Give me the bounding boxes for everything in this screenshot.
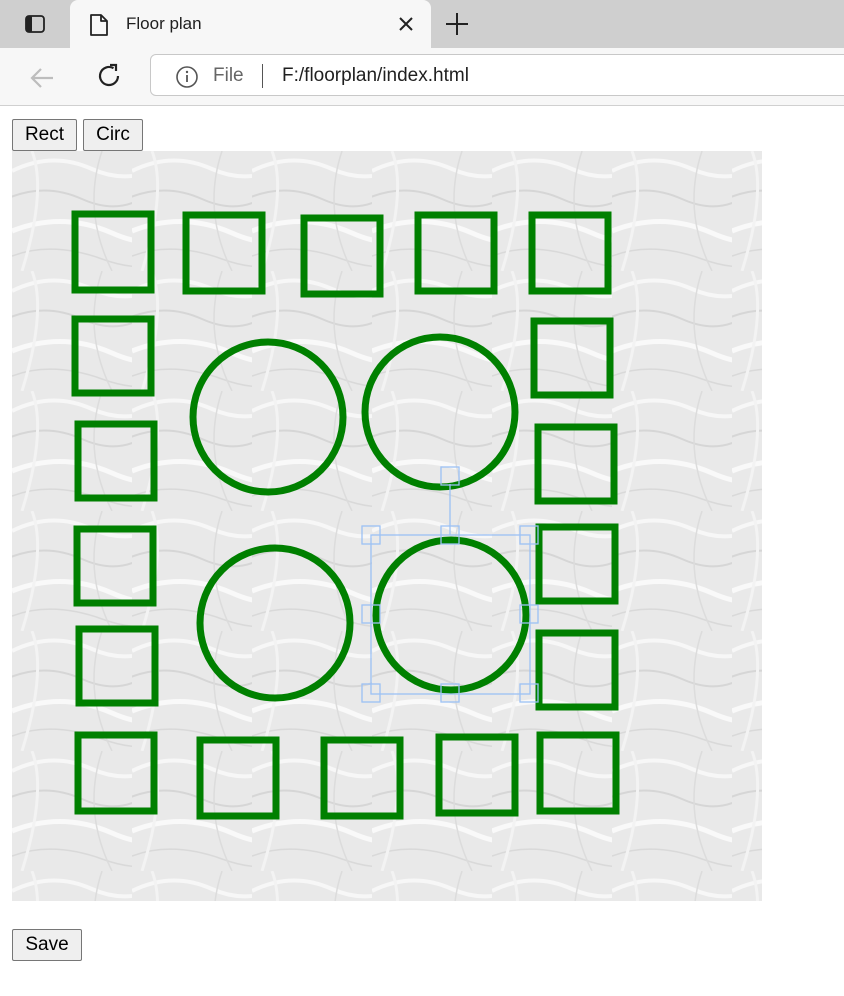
back-arrow-icon[interactable] — [27, 63, 57, 93]
address-bar[interactable]: File F:/floorplan/index.html — [150, 54, 844, 96]
canvas-svg — [12, 151, 762, 901]
protocol-label: File — [213, 65, 244, 86]
reload-icon[interactable] — [94, 61, 124, 91]
add-rect-button[interactable]: Rect — [12, 119, 77, 151]
new-tab-icon[interactable] — [444, 11, 470, 37]
tab-title: Floor plan — [126, 14, 202, 33]
browser-toolbar: File F:/floorplan/index.html — [0, 48, 844, 106]
active-tab[interactable]: Floor plan — [70, 0, 431, 48]
tab-strip: Floor plan — [0, 0, 844, 48]
url-text[interactable]: F:/floorplan/index.html — [282, 65, 469, 87]
close-tab-icon[interactable] — [397, 15, 415, 33]
tab-actions-icon — [25, 15, 45, 33]
address-separator — [262, 64, 263, 88]
page-icon — [90, 14, 108, 36]
tab-actions-button[interactable] — [0, 0, 70, 48]
floorplan-canvas[interactable] — [12, 151, 762, 901]
info-icon[interactable] — [175, 65, 199, 89]
save-button[interactable]: Save — [12, 929, 82, 961]
add-circle-button[interactable]: Circ — [83, 119, 143, 151]
